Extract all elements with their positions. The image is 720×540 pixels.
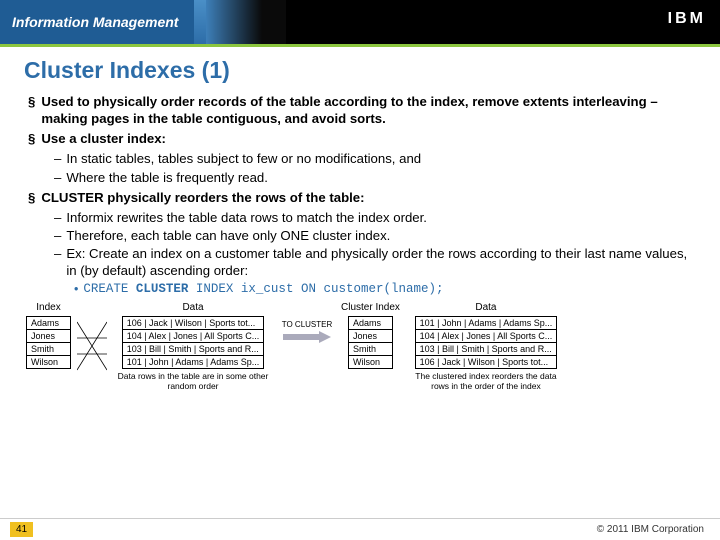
bullet-3-text: CLUSTER physically reorders the rows of … bbox=[41, 189, 364, 206]
bullet-3b-text: Therefore, each table can have only ONE … bbox=[66, 227, 390, 244]
cluster-row: Smith bbox=[348, 342, 392, 355]
slide-title: Cluster Indexes (1) bbox=[0, 47, 720, 90]
index-label: Index bbox=[36, 302, 60, 313]
header-gradient bbox=[206, 0, 720, 44]
data-col: Data 106 | Jack | Wilson | Sports tot...… bbox=[113, 302, 273, 392]
index-row: Smith bbox=[27, 342, 71, 355]
footer: 41 © 2011 IBM Corporation bbox=[0, 518, 720, 540]
cluster-row: Wilson bbox=[348, 355, 392, 368]
data-row: 103 | Bill | Smith | Sports and R... bbox=[122, 342, 264, 355]
data-label: Data bbox=[182, 302, 203, 313]
data2-row: 106 | Jack | Wilson | Sports tot... bbox=[415, 355, 557, 368]
bullet-2b-text: Where the table is frequently read. bbox=[66, 169, 268, 186]
code-post: INDEX ix_cust ON customer(lname); bbox=[188, 282, 443, 296]
cluster-index-col: Cluster Index Adams Jones Smith Wilson bbox=[341, 302, 400, 369]
bullet-2b: –Where the table is frequently read. bbox=[54, 169, 692, 186]
header-title-wrap: Information Management bbox=[0, 0, 194, 44]
code-pre: CREATE bbox=[83, 282, 136, 296]
to-cluster-label: TO CLUSTER bbox=[282, 320, 333, 329]
bullet-3a-text: Informix rewrites the table data rows to… bbox=[66, 209, 427, 226]
copyright: © 2011 IBM Corporation bbox=[597, 524, 704, 535]
index-col: Index Adams Jones Smith Wilson bbox=[26, 302, 71, 369]
product-name: Information Management bbox=[12, 14, 178, 30]
cross-lines bbox=[77, 316, 107, 376]
bullet-3c-text: Ex: Create an index on a customer table … bbox=[66, 245, 692, 279]
ibm-logo: IBM bbox=[668, 10, 706, 28]
bullet-3: §CLUSTER physically reorders the rows of… bbox=[28, 189, 692, 206]
cluster-row: Adams bbox=[348, 316, 392, 329]
bullet-2-text: Use a cluster index: bbox=[41, 130, 166, 147]
page-number: 41 bbox=[10, 522, 33, 537]
cluster-index-label: Cluster Index bbox=[341, 302, 400, 313]
index-row: Jones bbox=[27, 329, 71, 342]
to-cluster-arrow: TO CLUSTER bbox=[279, 320, 335, 343]
code-keyword: CLUSTER bbox=[136, 282, 189, 296]
arrow-icon bbox=[283, 331, 331, 343]
bullet-3b: –Therefore, each table can have only ONE… bbox=[54, 227, 692, 244]
cluster-row: Jones bbox=[348, 329, 392, 342]
data2-row: 104 | Alex | Jones | All Sports C... bbox=[415, 329, 557, 342]
bullet-1-text: Used to physically order records of the … bbox=[41, 93, 692, 127]
bullet-2a: –In static tables, tables subject to few… bbox=[54, 150, 692, 167]
cluster-index-table: Adams Jones Smith Wilson bbox=[348, 316, 393, 369]
diagram: Index Adams Jones Smith Wilson Data 106 … bbox=[0, 298, 720, 392]
data2-col: Data 101 | John | Adams | Adams Sp... 10… bbox=[406, 302, 566, 392]
index-row: Wilson bbox=[27, 355, 71, 368]
header-bar: Information Management IBM bbox=[0, 0, 720, 44]
code-line: CREATE CLUSTER INDEX ix_cust ON customer… bbox=[83, 281, 443, 297]
bullet-3c: –Ex: Create an index on a customer table… bbox=[54, 245, 692, 279]
index-table: Adams Jones Smith Wilson bbox=[26, 316, 71, 369]
index-row: Adams bbox=[27, 316, 71, 329]
bullet-code: • CREATE CLUSTER INDEX ix_cust ON custom… bbox=[74, 281, 692, 297]
data-table: 106 | Jack | Wilson | Sports tot... 104 … bbox=[122, 316, 265, 369]
bullet-3a: –Informix rewrites the table data rows t… bbox=[54, 209, 692, 226]
data2-row: 103 | Bill | Smith | Sports and R... bbox=[415, 342, 557, 355]
slide-content: §Used to physically order records of the… bbox=[0, 93, 720, 297]
data2-table: 101 | John | Adams | Adams Sp... 104 | A… bbox=[415, 316, 558, 369]
data-row: 106 | Jack | Wilson | Sports tot... bbox=[122, 316, 264, 329]
data-row: 101 | John | Adams | Adams Sp... bbox=[122, 355, 264, 368]
bullet-1: §Used to physically order records of the… bbox=[28, 93, 692, 127]
caption-left: Data rows in the table are in some other… bbox=[113, 372, 273, 392]
data-row: 104 | Alex | Jones | All Sports C... bbox=[122, 329, 264, 342]
data2-label: Data bbox=[475, 302, 496, 313]
data2-row: 101 | John | Adams | Adams Sp... bbox=[415, 316, 557, 329]
caption-right: The clustered index reorders the data ro… bbox=[406, 372, 566, 392]
bullet-2a-text: In static tables, tables subject to few … bbox=[66, 150, 421, 167]
bullet-2: §Use a cluster index: bbox=[28, 130, 692, 147]
